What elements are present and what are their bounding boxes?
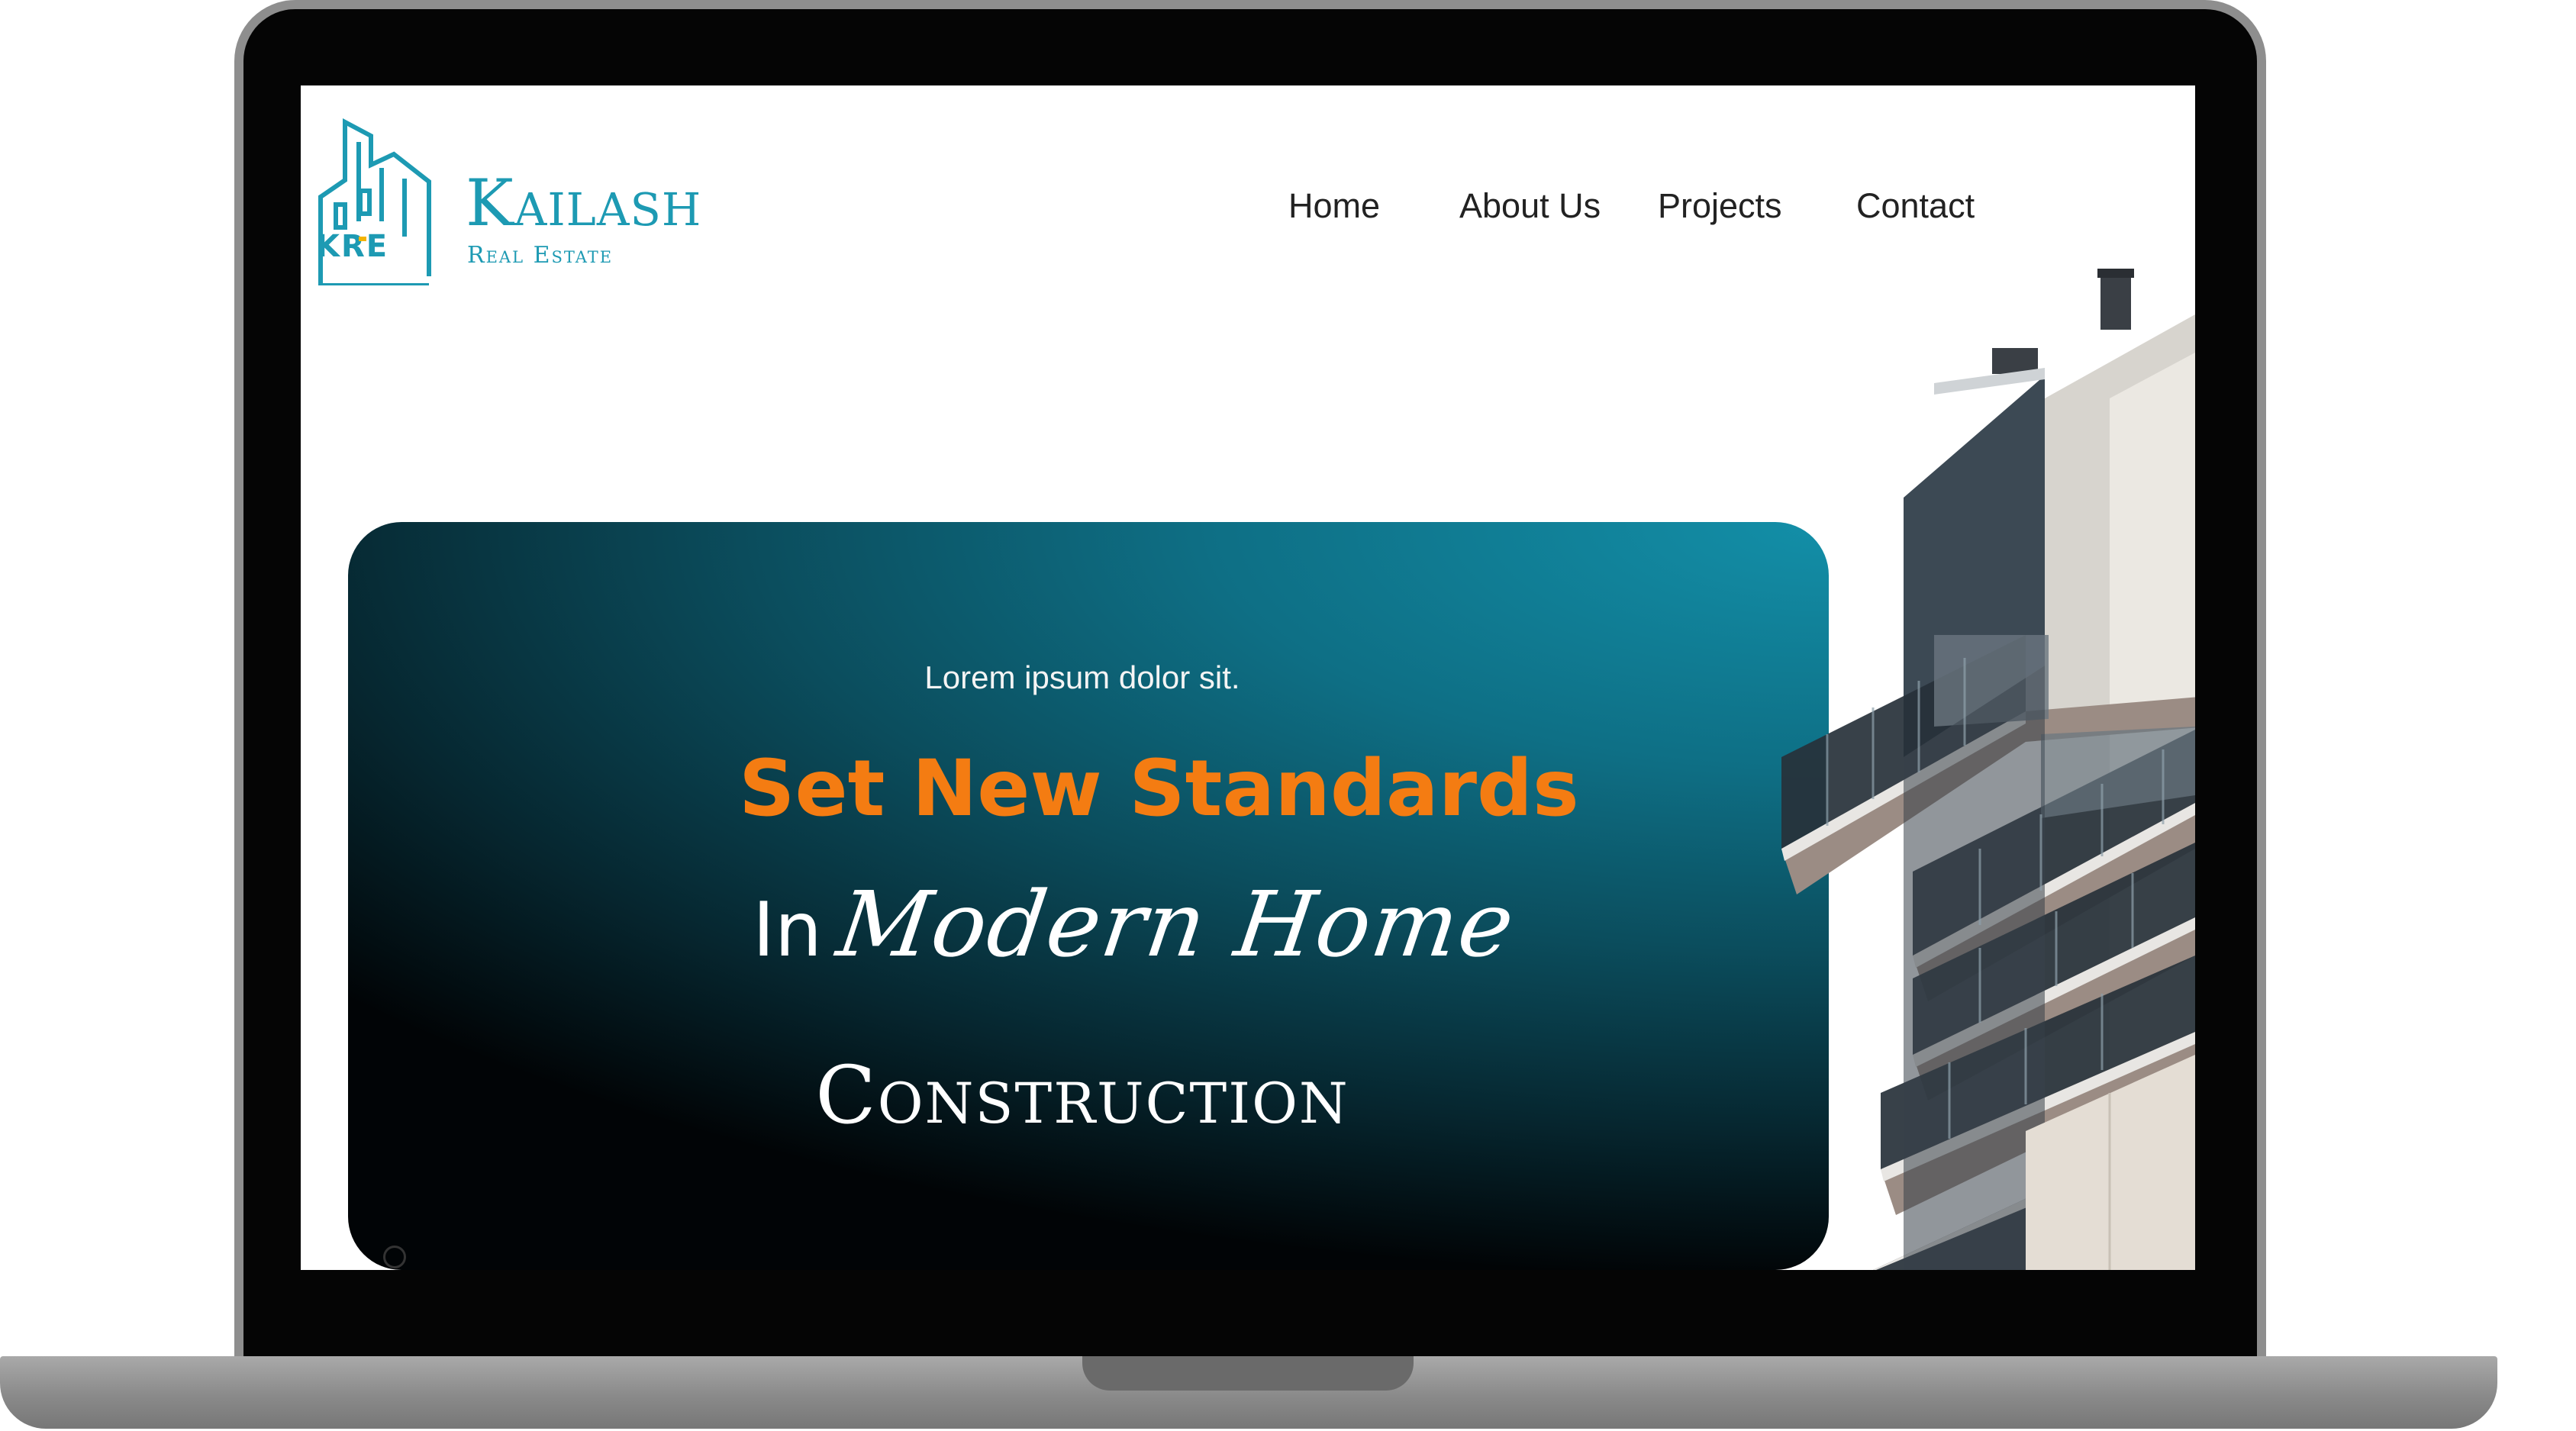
nav-contact[interactable]: Contact [1856, 176, 1975, 237]
nav-about-us[interactable]: About Us [1459, 176, 1601, 237]
website-screen: KRE Kailash Real Estate Home About Us Pr… [301, 85, 2195, 1270]
scroll-indicator-icon[interactable] [383, 1246, 406, 1268]
hero-line-3: Construction [815, 1049, 1349, 1142]
laptop-base-notch [1082, 1356, 1414, 1391]
brand-subtitle: Real Estate [467, 242, 614, 269]
main-nav: Home About Us Projects Contact [301, 176, 2195, 237]
hero-kicker: Lorem ipsum dolor sit. [924, 659, 1240, 695]
hero-headline: Set New Standards [739, 743, 1579, 834]
hero-line-2-script: Modern Home [831, 872, 1522, 977]
laptop-mockup: KRE Kailash Real Estate Home About Us Pr… [0, 0, 2576, 1431]
nav-home[interactable]: Home [1288, 176, 1380, 237]
nav-projects[interactable]: Projects [1658, 176, 1782, 237]
hero-line-2-prefix: In [753, 887, 823, 974]
hero-line-2: In Modern Home [753, 872, 1522, 977]
